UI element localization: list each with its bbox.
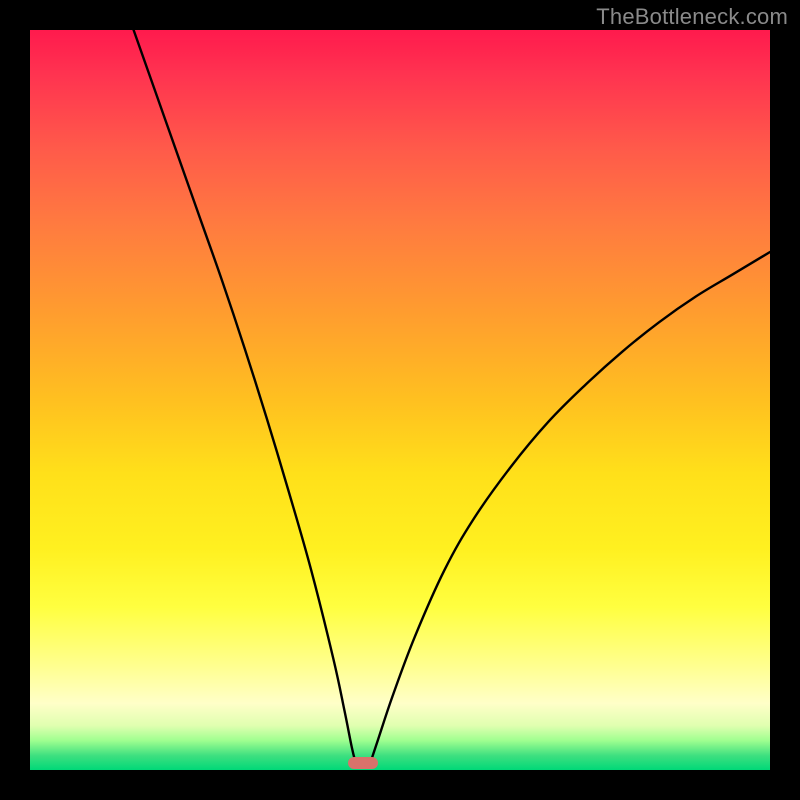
left-curve bbox=[134, 30, 356, 763]
right-curve bbox=[370, 252, 770, 763]
minimum-marker bbox=[348, 757, 378, 769]
chart-frame: TheBottleneck.com bbox=[0, 0, 800, 800]
curve-layer bbox=[30, 30, 770, 770]
watermark-text: TheBottleneck.com bbox=[596, 4, 788, 30]
plot-area bbox=[30, 30, 770, 770]
